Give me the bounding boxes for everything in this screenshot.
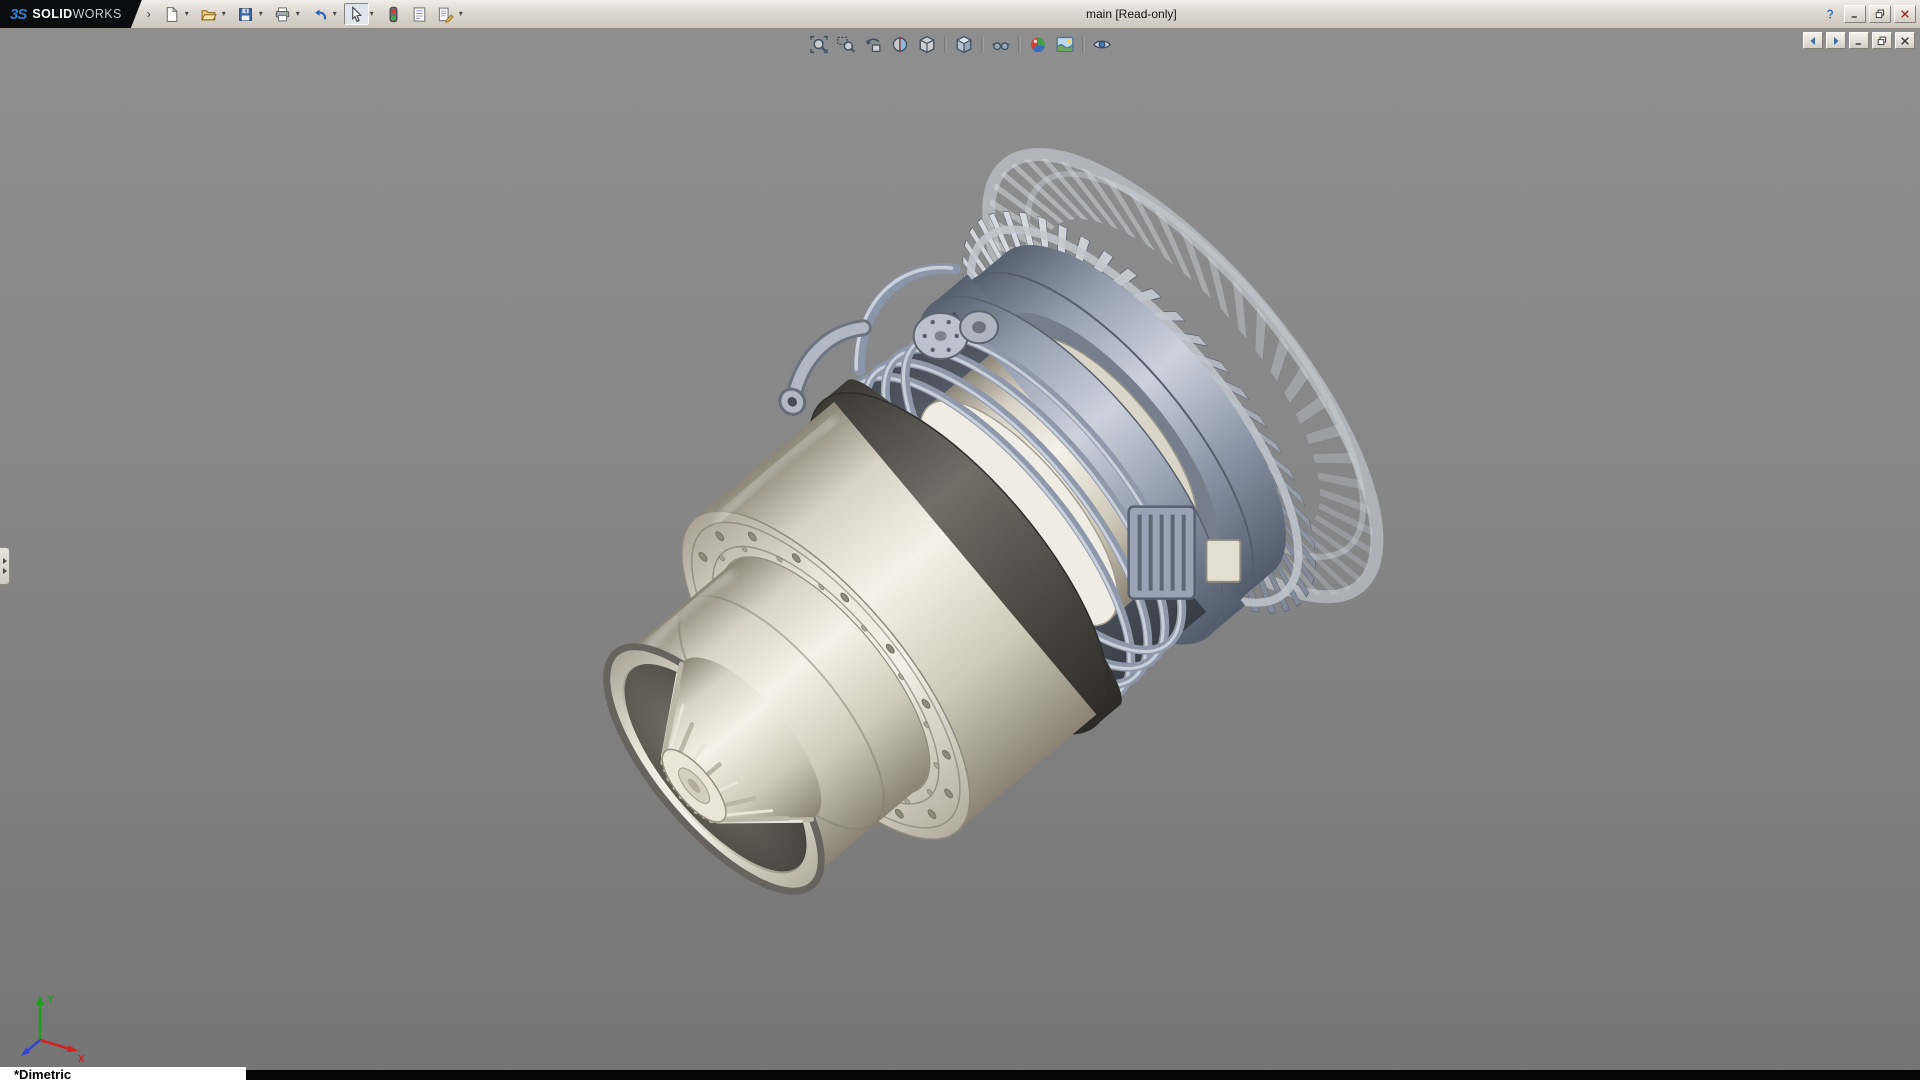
doc-minimize-button[interactable] <box>1849 32 1869 49</box>
save-dropdown[interactable]: ▾ <box>259 3 268 25</box>
select-icon <box>348 6 365 23</box>
brand-name-light: WORKS <box>73 7 122 21</box>
scene-icon <box>1055 35 1074 54</box>
zoom-to-area-button[interactable] <box>833 32 859 56</box>
pane-previous-button[interactable] <box>1803 32 1823 49</box>
help-icon <box>1824 8 1836 20</box>
dassault-3ds-logo-icon: 3S <box>10 6 26 23</box>
view-settings-button[interactable] <box>1089 32 1115 56</box>
file-properties-button[interactable] <box>407 3 432 25</box>
app-minimize-button[interactable] <box>1844 5 1866 23</box>
select-dropdown[interactable]: ▾ <box>370 3 379 25</box>
y-axis-label: Y <box>47 994 54 1005</box>
min-icon <box>1853 35 1865 47</box>
view-settings-icon <box>1092 35 1111 54</box>
print-dropdown[interactable]: ▾ <box>296 3 305 25</box>
document-title: main [Read-only] <box>1086 0 1177 29</box>
toolbar-separator <box>945 36 946 53</box>
section-view-button[interactable] <box>887 32 913 56</box>
engine-model <box>0 29 1920 1080</box>
new-dropdown[interactable]: ▾ <box>185 3 194 25</box>
close-icon <box>1899 35 1911 47</box>
app-restore-button[interactable] <box>1869 5 1891 23</box>
view-orientation-label: *Dimetric <box>14 1067 71 1080</box>
brand-name: SOLIDWORKS <box>32 7 121 21</box>
undo-dropdown[interactable]: ▾ <box>333 3 342 25</box>
rebuild-icon <box>385 6 402 23</box>
zoom-fit-icon <box>809 35 828 54</box>
print-button[interactable] <box>270 3 295 25</box>
hide-show-icon <box>991 35 1010 54</box>
toolbar-separator <box>1019 36 1020 53</box>
restore-icon <box>1874 8 1886 20</box>
toolbar-overflow-chevron-icon[interactable]: › <box>142 7 157 21</box>
title-bar: 3S SOLIDWORKS › ▾ ▾ ▾ ▾ ▾ ▾ ▾ main [Read-only] <box>0 0 1920 29</box>
section-icon <box>890 35 909 54</box>
new-button[interactable] <box>159 3 184 25</box>
props-icon <box>411 6 428 23</box>
options-dropdown[interactable]: ▾ <box>459 3 468 25</box>
view-orientation-button[interactable] <box>914 32 940 56</box>
app-help-button[interactable] <box>1819 4 1841 24</box>
document-window-controls <box>1803 32 1915 49</box>
new-icon <box>163 6 180 23</box>
options-icon <box>437 6 454 23</box>
prev-view-icon <box>863 35 882 54</box>
zoom-to-fit-button[interactable] <box>806 32 832 56</box>
taskbar-edge <box>246 1070 1920 1080</box>
apply-scene-button[interactable] <box>1052 32 1078 56</box>
pane-prev-icon <box>1807 35 1819 47</box>
close-icon <box>1899 8 1911 20</box>
feature-manager-collapsed-tab[interactable] <box>0 547 10 585</box>
rebuild-button[interactable] <box>381 3 406 25</box>
edit-appearance-button[interactable] <box>1025 32 1051 56</box>
previous-view-button[interactable] <box>860 32 886 56</box>
undo-button[interactable] <box>307 3 332 25</box>
doc-restore-button[interactable] <box>1872 32 1892 49</box>
restore-icon <box>1876 35 1888 47</box>
x-axis-label: X <box>78 1054 85 1065</box>
y-axis-arrow-icon <box>36 996 44 1005</box>
appearance-icon <box>1028 35 1047 54</box>
main-toolbar: ▾ ▾ ▾ ▾ ▾ ▾ ▾ <box>159 3 469 25</box>
toolbar-separator <box>1083 36 1084 53</box>
expand-panel-icon <box>3 558 7 564</box>
save-button[interactable] <box>233 3 258 25</box>
print-icon <box>274 6 291 23</box>
options-button[interactable] <box>433 3 458 25</box>
app-close-button[interactable] <box>1894 5 1916 23</box>
select-button[interactable] <box>344 3 369 25</box>
app-window-controls <box>1819 4 1916 24</box>
orientation-triad[interactable]: Y X <box>14 982 90 1066</box>
min-icon <box>1849 8 1861 20</box>
open-icon <box>200 6 217 23</box>
open-dropdown[interactable]: ▾ <box>222 3 231 25</box>
save-icon <box>237 6 254 23</box>
pane-next-icon <box>1830 35 1842 47</box>
expand-panel-icon <box>3 568 7 574</box>
solidworks-logo: 3S SOLIDWORKS <box>0 0 142 28</box>
x-axis-arrow-icon <box>67 1045 78 1052</box>
status-bar-left: *Dimetric <box>0 1067 246 1080</box>
toolbar-separator <box>982 36 983 53</box>
display-style-icon <box>954 35 973 54</box>
orient-icon <box>917 35 936 54</box>
undo-icon <box>311 6 328 23</box>
doc-close-button[interactable] <box>1895 32 1915 49</box>
open-button[interactable] <box>196 3 221 25</box>
pane-next-button[interactable] <box>1826 32 1846 49</box>
graphics-viewport[interactable]: Y X *Dimetric <box>0 29 1920 1080</box>
zoom-area-icon <box>836 35 855 54</box>
brand-name-bold: SOLID <box>32 7 72 21</box>
hide-show-items-button[interactable] <box>988 32 1014 56</box>
display-style-button[interactable] <box>951 32 977 56</box>
heads-up-view-toolbar <box>806 32 1115 56</box>
